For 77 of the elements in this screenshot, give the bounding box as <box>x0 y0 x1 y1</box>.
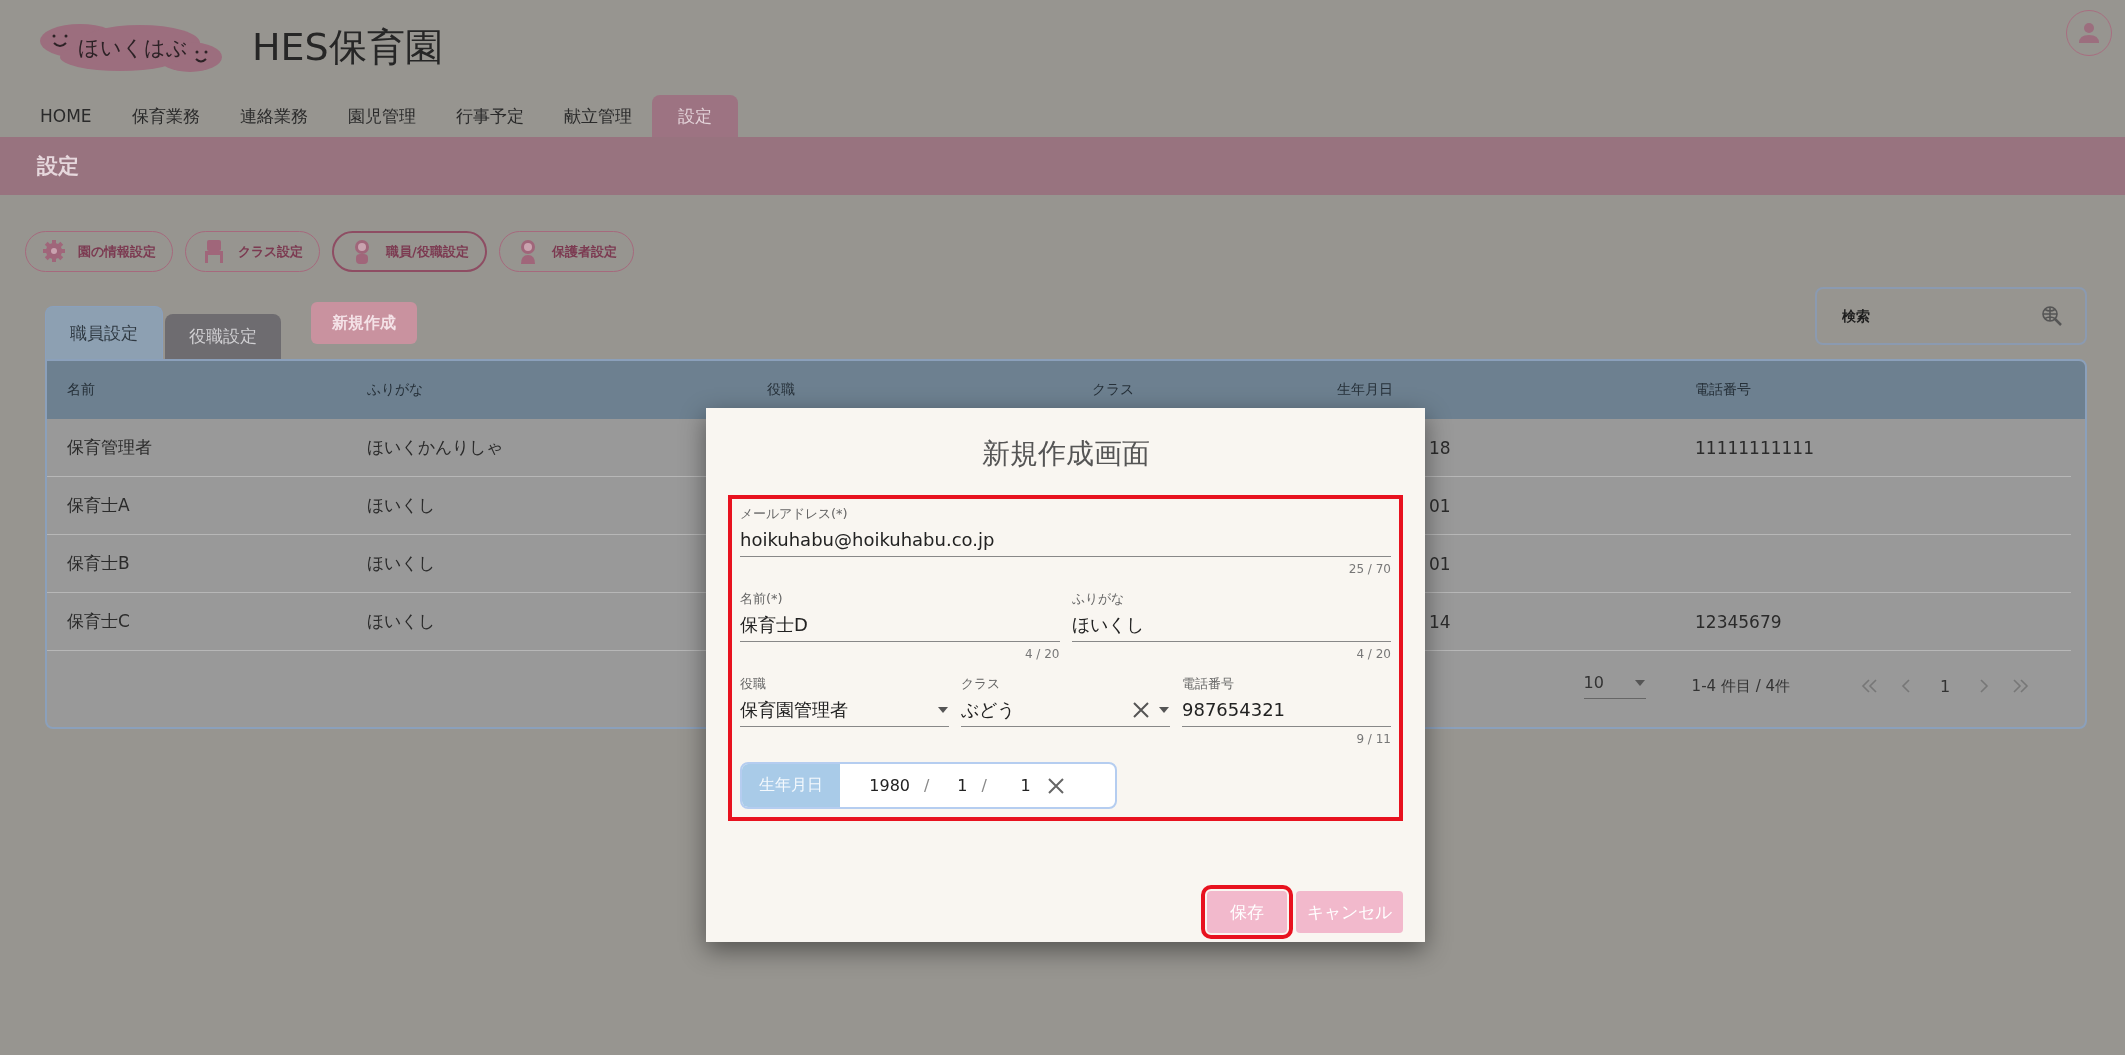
table-cell: 01 <box>1429 495 1451 516</box>
column-header: 役職 <box>766 380 796 399</box>
table-cell: 保育士A <box>67 494 130 517</box>
site-title: HES保育園 <box>252 24 443 71</box>
last-page-icon <box>2012 677 2030 695</box>
column-header: 電話番号 <box>1694 380 1752 399</box>
table-cell: ほいくし <box>367 494 435 517</box>
select-value: 保育園管理者 <box>740 697 849 722</box>
date-input[interactable]: 1 <box>945 776 968 795</box>
table-cell: 保育士C <box>67 610 130 633</box>
date-separator: / <box>981 776 987 795</box>
table-cell: 14 <box>1429 611 1451 632</box>
table-cell: 12345679 <box>1695 611 1782 632</box>
nav-tab[interactable]: 設定 <box>651 95 738 137</box>
field-label: ふりがな <box>1071 590 1125 608</box>
tab[interactable]: 職員設定 <box>45 306 163 359</box>
page-size-select[interactable]: 10 <box>1583 673 1646 699</box>
settings-button[interactable]: 職員/役職設定 <box>332 231 487 272</box>
field-label: 電話番号 <box>1182 675 1235 693</box>
input-field[interactable]: hoikuhabu@hoikuhabu.co.jp <box>740 523 1391 557</box>
table-cell: ほいくかんりしゃ <box>367 436 503 459</box>
input-field[interactable]: 保育士D <box>740 608 1060 642</box>
field-label: 役職 <box>740 675 767 693</box>
nav-tab[interactable]: HOME <box>20 95 112 137</box>
logo[interactable]: ほいくはぶ <box>40 22 222 73</box>
field-label: メールアドレス(*) <box>740 505 849 523</box>
page-range: 1-4 件目 / 4件 <box>1691 676 1790 696</box>
dropdown-caret-icon <box>1633 678 1646 687</box>
table-cell: 保育士B <box>67 552 130 575</box>
input-field[interactable]: ほいくし <box>1071 608 1391 642</box>
date-field[interactable]: 生年月日 1980 / 1 / 1 <box>740 762 1117 809</box>
search-icon <box>2041 305 2063 327</box>
page-number[interactable]: 1 <box>1926 676 1964 696</box>
column-header: クラス <box>1091 380 1135 399</box>
search-field[interactable]: 検索 <box>1815 287 2087 345</box>
date-input[interactable]: 1980 <box>840 776 910 795</box>
date-label: 生年月日 <box>742 764 840 807</box>
select-field[interactable]: ぶどう <box>961 693 1170 727</box>
nav-tab[interactable]: 園児管理 <box>327 95 436 137</box>
gear-icon <box>42 238 66 265</box>
dropdown-caret-icon <box>1158 705 1170 714</box>
input-field[interactable]: 987654321 <box>1182 693 1391 727</box>
page-size-value: 10 <box>1583 673 1604 692</box>
field-label: クラス <box>961 675 1001 693</box>
logo-text: ほいくはぶ <box>77 34 188 62</box>
user-icon <box>2078 21 2100 44</box>
character-counter: 9 / 11 <box>1355 731 1391 748</box>
nav-tab[interactable]: 連絡業務 <box>219 95 328 137</box>
table-cell: 11111111111 <box>1695 437 1814 458</box>
column-header: 生年月日 <box>1336 380 1394 399</box>
table-cell: ほいくし <box>367 610 435 633</box>
first-page-icon <box>1860 677 1878 695</box>
nav-tab[interactable]: 献立管理 <box>543 95 652 137</box>
character-counter: 4 / 20 <box>1355 646 1391 663</box>
cloud-logo-icon <box>40 22 222 73</box>
clear-icon <box>1132 700 1150 719</box>
date-separator: / <box>924 776 930 795</box>
select-field[interactable]: 保育園管理者 <box>740 693 949 727</box>
tab[interactable]: 役職設定 <box>165 314 281 359</box>
nav-tab[interactable]: 行事予定 <box>435 95 544 137</box>
column-header: 名前 <box>66 380 96 399</box>
character-counter: 4 / 20 <box>1023 646 1060 663</box>
table-cell: ほいくし <box>367 552 435 575</box>
dialog-title: 新規作成画面 <box>980 435 1151 472</box>
select-value: ぶどう <box>961 697 1016 722</box>
table-cell: 01 <box>1429 553 1451 574</box>
column-header: ふりがな <box>366 380 424 399</box>
clear-icon <box>1046 776 1065 795</box>
nav-tab[interactable]: 保育業務 <box>111 95 220 137</box>
table-cell: 18 <box>1429 437 1451 458</box>
page-title: 設定 <box>37 153 79 180</box>
chair-icon <box>202 238 226 265</box>
table-cell: 保育管理者 <box>67 436 152 459</box>
field-label: 名前(*) <box>740 590 784 608</box>
character-counter: 25 / 70 <box>1347 561 1391 578</box>
date-input[interactable]: 1 <box>1002 776 1031 795</box>
dropdown-caret-icon <box>937 705 949 714</box>
